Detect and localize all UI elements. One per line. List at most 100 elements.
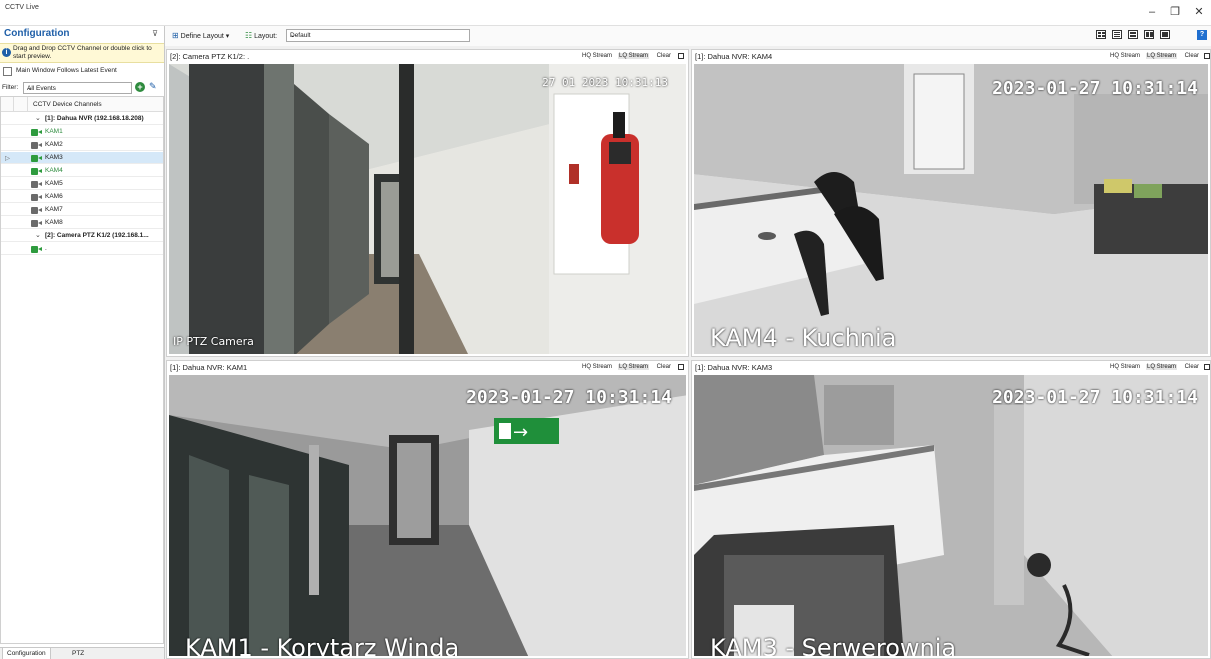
follow-latest-event-checkbox[interactable] (3, 67, 12, 76)
follow-latest-event-row[interactable]: Main Window Follows Latest Event (3, 66, 163, 77)
filter-row: Filter: All Events ⌄ + ✎ (0, 81, 164, 94)
layout-single-icon[interactable] (1160, 30, 1170, 39)
video-panel-header: [1]: Dahua NVR: KAM3 HQ Stream LQ Stream… (692, 361, 1210, 374)
chevron-down-icon: ⌄ (27, 85, 33, 92)
channel-ptz[interactable]: . (1, 243, 163, 255)
info-text: Drag and Drop CCTV Channel or double cli… (13, 45, 152, 60)
clear-button[interactable]: Clear (657, 53, 671, 59)
add-filter-icon[interactable]: + (135, 82, 145, 92)
camera-icon (31, 155, 42, 162)
layout-select[interactable]: Default ⌄ (286, 29, 470, 42)
video-osd-label: IP PTZ Camera (173, 335, 254, 348)
hq-stream-button[interactable]: HQ Stream (582, 53, 612, 59)
tab-configuration[interactable]: Configuration (2, 648, 51, 659)
channel-kam8[interactable]: KAM8 (1, 217, 163, 229)
video-timestamp: 2023-01-27 10:31:14 (992, 387, 1198, 408)
window-title: CCTV Live (5, 4, 39, 11)
edit-filter-icon[interactable]: ✎ (149, 81, 157, 92)
video-panel-kam4[interactable]: [1]: Dahua NVR: KAM4 HQ Stream LQ Stream… (691, 49, 1211, 357)
clear-button[interactable]: Clear (657, 364, 671, 370)
help-icon[interactable]: ? (1197, 30, 1207, 40)
configuration-title: Configuration (4, 28, 70, 39)
video-panel-title: [1]: Dahua NVR: KAM1 (170, 363, 248, 372)
channel-label: KAM2 (45, 141, 63, 148)
filter-select[interactable]: All Events ⌄ (23, 82, 132, 94)
camera-icon (31, 129, 42, 136)
video-feed[interactable]: 2023-01-27 10:31:14 KAM4 - Kuchnia (694, 64, 1208, 354)
channel-label: KAM5 (45, 180, 63, 187)
pin-icon[interactable]: ⊽ (152, 29, 158, 38)
video-osd-label: KAM1 - Korytarz Winda (185, 634, 460, 656)
channel-kam2[interactable]: KAM2 (1, 139, 163, 151)
camera-icon (31, 194, 42, 201)
channel-label: KAM4 (45, 167, 63, 174)
tree-header: CCTV Device Channels (1, 97, 163, 112)
lq-stream-button[interactable]: LQ Stream (1145, 364, 1177, 370)
hq-stream-button[interactable]: HQ Stream (582, 364, 612, 370)
layout-label-group: ☷ Layout: (245, 31, 277, 40)
tree-header-label: CCTV Device Channels (33, 101, 102, 108)
video-panel-ptz[interactable]: [2]: Camera PTZ K1/2: . HQ Stream LQ Str… (166, 49, 689, 357)
layout-1x3-icon[interactable] (1128, 30, 1138, 39)
maximize-icon[interactable] (678, 364, 684, 370)
lq-stream-button[interactable]: LQ Stream (617, 364, 649, 370)
info-icon: i (2, 48, 11, 57)
camera-icon (31, 168, 42, 175)
video-osd-label: KAM4 - Kuchnia (710, 324, 897, 352)
channel-kam1[interactable]: KAM1 (1, 126, 163, 138)
chevron-down-icon: ⌄ (290, 32, 296, 39)
hq-stream-button[interactable]: HQ Stream (1110, 53, 1140, 59)
kitchen-scene (694, 64, 1208, 354)
define-layout-label: Define Layout ▾ (180, 33, 230, 40)
video-panel-kam1[interactable]: [1]: Dahua NVR: KAM1 HQ Stream LQ Stream… (166, 360, 689, 659)
video-panel-title: [2]: Camera PTZ K1/2: . (170, 52, 250, 61)
video-panel-header: [1]: Dahua NVR: KAM4 HQ Stream LQ Stream… (692, 50, 1210, 63)
clear-button[interactable]: Clear (1185, 53, 1199, 59)
svg-text:→: → (513, 422, 528, 443)
channel-kam7[interactable]: KAM7 (1, 204, 163, 216)
expand-arrow-icon[interactable]: ▷ (5, 154, 10, 162)
minimize-button[interactable]: – (1143, 6, 1161, 18)
video-panel-kam3[interactable]: [1]: Dahua NVR: KAM3 HQ Stream LQ Stream… (691, 360, 1211, 659)
channel-label: KAM1 (45, 128, 63, 135)
restore-button[interactable]: ❐ (1166, 6, 1184, 18)
device-channel-tree: CCTV Device Channels ⌄ [1]: Dahua NVR (1… (0, 96, 164, 644)
channel-kam5[interactable]: KAM5 (1, 178, 163, 190)
channel-kam3[interactable]: ▷ KAM3 (1, 152, 163, 164)
video-panel-title: [1]: Dahua NVR: KAM4 (695, 52, 773, 61)
lq-stream-button[interactable]: LQ Stream (1145, 53, 1177, 59)
channel-label: KAM7 (45, 206, 63, 213)
layout-label: Layout: (254, 33, 278, 40)
define-layout-button[interactable]: ⊞ Define Layout ▾ (172, 31, 229, 40)
video-panel-header: [2]: Camera PTZ K1/2: . HQ Stream LQ Str… (167, 50, 688, 63)
video-feed[interactable]: 27 01 2023 10:31:13 IP PTZ Camera (169, 64, 686, 354)
clear-button[interactable]: Clear (1185, 364, 1199, 370)
maximize-icon[interactable] (678, 53, 684, 59)
hq-stream-button[interactable]: HQ Stream (1110, 364, 1140, 370)
lq-stream-button[interactable]: LQ Stream (617, 53, 649, 59)
tab-ptz[interactable]: PTZ (68, 648, 88, 659)
panel-tabs: Configuration PTZ (0, 647, 164, 659)
tree-group-camera-ptz[interactable]: ⌄ [2]: Camera PTZ K1/2 (192.168.1... (1, 230, 163, 242)
video-feed[interactable]: → 2023-01-27 10:31:14 KAM1 - Korytarz Wi… (169, 375, 686, 656)
layout-1x2-icon[interactable] (1144, 30, 1154, 39)
video-timestamp: 2023-01-27 10:31:14 (466, 387, 672, 408)
filter-label: Filter: (2, 84, 19, 91)
chevron-down-icon[interactable]: ⌄ (35, 231, 41, 239)
channel-kam6[interactable]: KAM6 (1, 191, 163, 203)
chevron-down-icon[interactable]: ⌄ (35, 114, 41, 122)
configuration-panel: Configuration ⊽ i Drag and Drop CCTV Cha… (0, 26, 165, 659)
info-hint: i Drag and Drop CCTV Channel or double c… (0, 43, 164, 63)
channel-kam4[interactable]: KAM4 (1, 165, 163, 177)
toolbar: ⊞ Define Layout ▾ ☷ Layout: Default ⌄ ? (165, 26, 1211, 46)
channel-label: KAM6 (45, 193, 63, 200)
close-button[interactable]: ✕ (1190, 6, 1208, 18)
tree-group-label: [1]: Dahua NVR (192.168.18.208) (45, 115, 144, 122)
tree-group-dahua-nvr[interactable]: ⌄ [1]: Dahua NVR (192.168.18.208) (1, 113, 163, 125)
layout-3x3-icon[interactable] (1112, 30, 1122, 39)
layout-2x2-icon[interactable] (1096, 30, 1106, 39)
maximize-icon[interactable] (1204, 53, 1210, 59)
video-feed[interactable]: 2023-01-27 10:31:14 KAM3 - Serwerownia (694, 375, 1208, 656)
camera-icon (31, 220, 42, 227)
maximize-icon[interactable] (1204, 364, 1210, 370)
